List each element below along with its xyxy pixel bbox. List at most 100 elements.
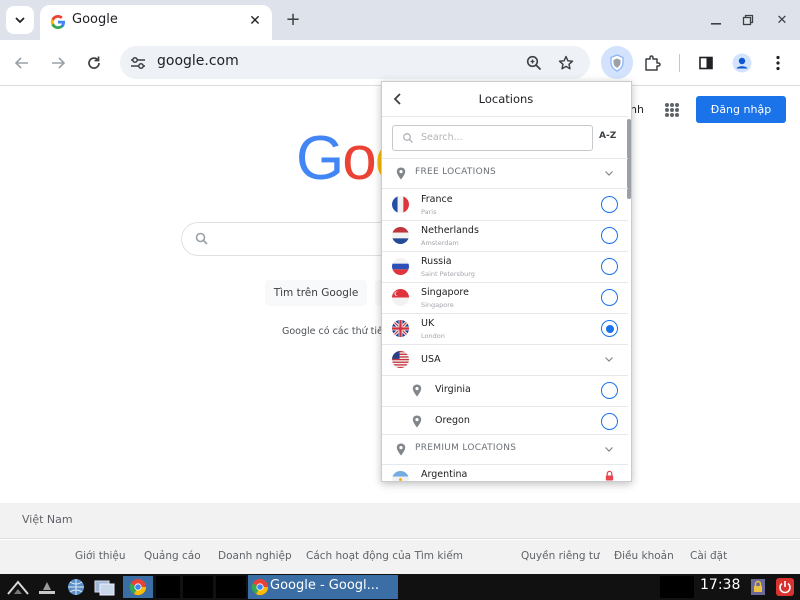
taskbar-empty-slot[interactable] bbox=[156, 576, 180, 598]
reload-icon[interactable] bbox=[82, 51, 106, 75]
chevron-down-icon bbox=[605, 447, 613, 452]
chrome-icon bbox=[251, 579, 269, 596]
vpn-extension-button[interactable] bbox=[601, 46, 633, 79]
free-locations-header[interactable]: FREE LOCATIONS bbox=[382, 158, 628, 188]
network-globe-icon[interactable] bbox=[64, 576, 88, 598]
location-row-singapore[interactable]: Singapore Singapore bbox=[382, 282, 628, 313]
location-radio[interactable] bbox=[601, 196, 618, 213]
footer-country-bar: Việt Nam bbox=[0, 503, 800, 539]
footer-link-how-search-works[interactable]: Cách hoạt động của Tìm kiếm bbox=[306, 550, 463, 562]
location-name: Virginia bbox=[435, 384, 471, 395]
restore-icon[interactable] bbox=[738, 10, 758, 30]
google-apps-grid-icon[interactable] bbox=[665, 103, 679, 117]
chevron-down-icon bbox=[605, 171, 613, 176]
location-radio[interactable] bbox=[601, 227, 618, 244]
taskbar-empty-slot[interactable] bbox=[183, 576, 213, 598]
start-menu-icon[interactable] bbox=[4, 576, 32, 598]
footer-link-settings[interactable]: Cài đặt bbox=[690, 550, 727, 562]
location-radio[interactable] bbox=[601, 258, 618, 275]
bookmark-star-icon[interactable] bbox=[556, 53, 576, 73]
search-icon bbox=[403, 133, 413, 143]
free-locations-label: FREE LOCATIONS bbox=[415, 167, 497, 177]
location-row-argentina[interactable]: Argentina bbox=[382, 464, 628, 481]
taskbar-window-google[interactable]: Google - Googl... bbox=[248, 575, 398, 599]
location-name: Netherlands bbox=[421, 225, 479, 236]
location-row-russia[interactable]: Russia Saint Petersburg bbox=[382, 251, 628, 282]
location-radio-selected[interactable] bbox=[601, 320, 618, 337]
sort-az-button[interactable]: A-Z bbox=[599, 131, 616, 141]
extensions-puzzle-icon[interactable] bbox=[640, 51, 664, 75]
location-name: France bbox=[421, 194, 453, 205]
location-city: Paris bbox=[421, 208, 437, 216]
tab-close-icon[interactable]: ✕ bbox=[246, 12, 264, 30]
location-name: Oregon bbox=[435, 415, 470, 426]
tab-strip: Google ✕ + ✕ bbox=[0, 0, 800, 40]
minimize-icon[interactable] bbox=[706, 10, 726, 30]
location-radio[interactable] bbox=[601, 289, 618, 306]
location-row-france[interactable]: France Paris bbox=[382, 189, 628, 220]
profile-avatar-icon[interactable] bbox=[730, 51, 754, 75]
sign-in-button[interactable]: Đăng nhập bbox=[696, 96, 786, 123]
url-text[interactable]: google.com bbox=[157, 53, 239, 69]
location-row-netherlands[interactable]: Netherlands Amsterdam bbox=[382, 220, 628, 251]
footer-link-about[interactable]: Giới thiệu bbox=[75, 550, 126, 562]
footer-link-advertising[interactable]: Quảng cáo bbox=[144, 550, 201, 562]
tab-google[interactable]: Google ✕ bbox=[40, 5, 272, 40]
taskbar-window-title: Google - Googl... bbox=[270, 578, 380, 593]
footer-link-business[interactable]: Doanh nghiệp bbox=[218, 550, 292, 562]
browser-menu-icon[interactable] bbox=[766, 51, 790, 75]
forward-arrow-icon[interactable] bbox=[46, 51, 70, 75]
site-info-tune-icon[interactable] bbox=[129, 54, 147, 72]
google-search-box[interactable] bbox=[181, 222, 411, 256]
location-city: Amsterdam bbox=[421, 239, 459, 247]
location-pin-icon bbox=[412, 415, 422, 428]
close-window-icon[interactable]: ✕ bbox=[772, 10, 792, 30]
new-tab-plus-icon[interactable]: + bbox=[282, 8, 304, 30]
taskbar-empty-slot[interactable] bbox=[216, 576, 246, 598]
tab-search-button[interactable] bbox=[6, 6, 34, 34]
chevron-down-icon bbox=[605, 357, 613, 362]
footer-link-terms[interactable]: Điều khoản bbox=[614, 550, 674, 562]
taskbar-tray-slot[interactable] bbox=[660, 576, 694, 598]
location-search-input[interactable]: Search... bbox=[392, 125, 593, 151]
taskbar-clock[interactable]: 17:38 bbox=[700, 577, 740, 593]
lock-screen-icon[interactable] bbox=[748, 576, 768, 598]
russia-flag-icon bbox=[392, 258, 409, 275]
search-placeholder: Search... bbox=[421, 132, 463, 143]
uk-flag-icon bbox=[392, 320, 409, 337]
file-manager-icon[interactable] bbox=[92, 576, 118, 598]
lock-icon bbox=[605, 470, 614, 481]
footer-link-privacy[interactable]: Quyền riêng tư bbox=[521, 550, 600, 562]
show-desktop-icon[interactable] bbox=[36, 576, 58, 598]
location-name: Singapore bbox=[421, 287, 469, 298]
location-row-oregon[interactable]: Oregon bbox=[382, 406, 628, 437]
location-name: USA bbox=[421, 354, 441, 365]
location-name: Russia bbox=[421, 256, 452, 267]
footer-links-bar: Giới thiệu Quảng cáo Doanh nghiệp Cách h… bbox=[0, 540, 800, 574]
location-radio[interactable] bbox=[601, 413, 618, 430]
address-bar[interactable]: google.com bbox=[120, 46, 590, 79]
location-group-usa[interactable]: USA bbox=[382, 344, 628, 375]
header-link-partial[interactable]: nh bbox=[630, 103, 644, 116]
toolbar-separator bbox=[679, 54, 680, 72]
argentina-flag-icon bbox=[392, 471, 409, 481]
location-pin-icon bbox=[396, 443, 406, 456]
power-icon[interactable] bbox=[774, 576, 796, 598]
os-taskbar: Google - Googl... 17:38 bbox=[0, 574, 800, 600]
google-search-button[interactable]: Tìm trên Google bbox=[265, 280, 367, 306]
location-row-virginia[interactable]: Virginia bbox=[382, 375, 628, 406]
location-radio[interactable] bbox=[601, 382, 618, 399]
side-panel-icon[interactable] bbox=[694, 51, 718, 75]
location-row-uk[interactable]: UK London bbox=[382, 313, 628, 344]
location-city: Saint Petersburg bbox=[421, 270, 475, 278]
back-arrow-icon[interactable] bbox=[10, 51, 34, 75]
divider bbox=[382, 116, 628, 117]
singapore-flag-icon bbox=[392, 289, 409, 306]
chevron-down-icon bbox=[15, 17, 25, 24]
netherlands-flag-icon bbox=[392, 227, 409, 244]
chrome-launcher-icon[interactable] bbox=[123, 576, 153, 598]
google-favicon-icon bbox=[50, 15, 65, 29]
location-pin-icon bbox=[412, 384, 422, 397]
zoom-icon[interactable] bbox=[524, 53, 544, 73]
premium-locations-header[interactable]: PREMIUM LOCATIONS bbox=[382, 434, 628, 464]
